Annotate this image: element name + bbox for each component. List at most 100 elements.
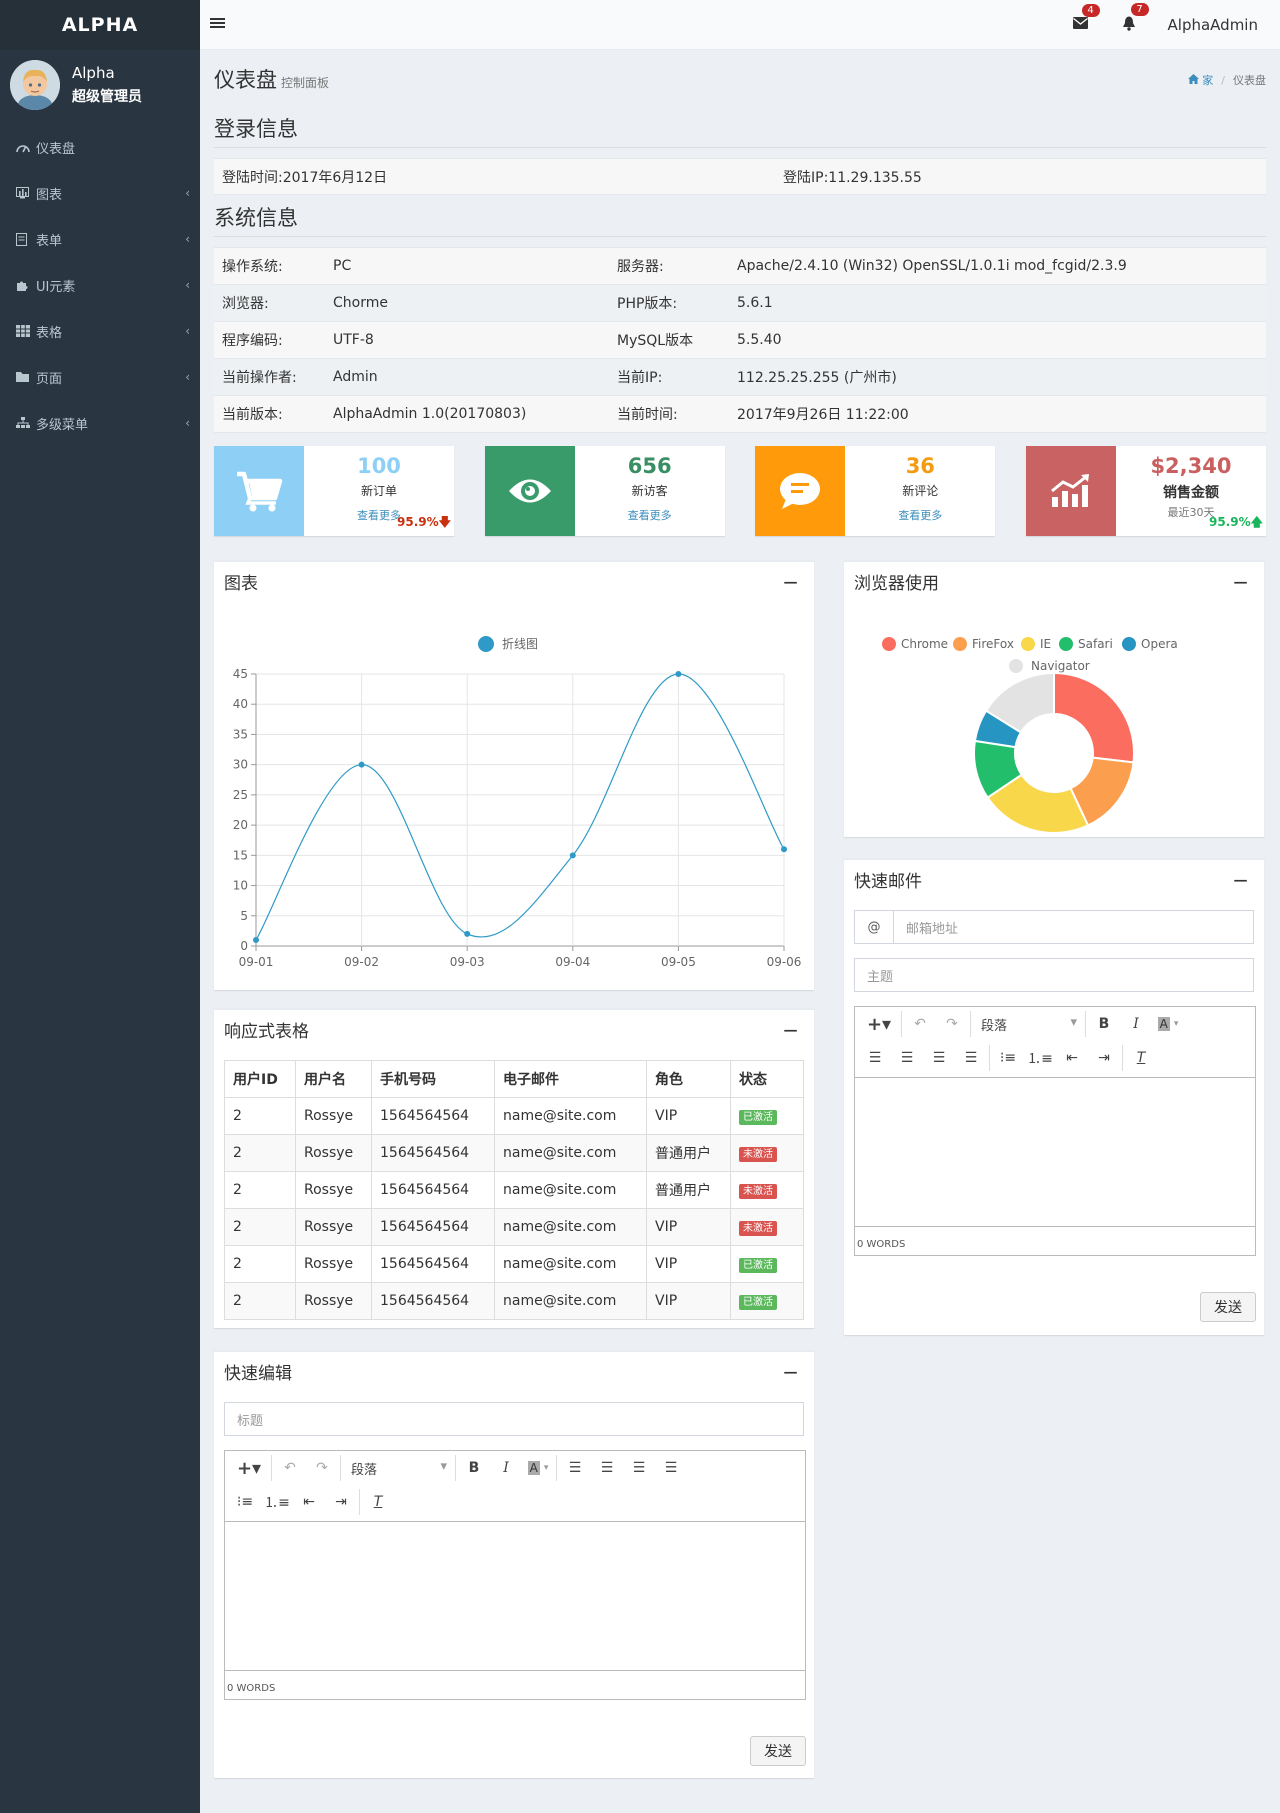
system-value: Admin <box>333 369 378 385</box>
paragraph-select[interactable]: 段落 ▾ <box>343 1459 453 1478</box>
stat-value: $2,340 <box>1150 454 1232 478</box>
y-tick-label: 0 <box>240 939 248 953</box>
outdent-icon[interactable]: ⇤ <box>1056 1050 1088 1066</box>
send-mail-button[interactable]: 发送 <box>1200 1292 1256 1322</box>
table-cell-phone: 1564564564 <box>371 1171 495 1209</box>
collapse-button[interactable]: − <box>782 1020 799 1040</box>
quick-edit-box: 快速编辑 − 标题 +▾ ↶ ↷ 段落 ▾ B I A ▾ ☰ ☰ ☰ ☰ ⁝≡ ⒈≡… <box>214 1350 814 1778</box>
stat-boxes: 100 新订单 查看更多 95.9%🡇 656 新访客 查看更多 36 新评论 <box>214 446 1266 536</box>
undo-icon[interactable]: ↶ <box>904 1016 936 1032</box>
mail-editor-body[interactable] <box>855 1077 1255 1227</box>
line-chart: 折线图 0 5 10 15 20 25 30 35 40 45 09-01 09-02 09-03 09-0… <box>233 636 802 969</box>
column-header: 电子邮件 <box>494 1060 647 1098</box>
redo-icon[interactable]: ↷ <box>936 1016 968 1032</box>
user-menu[interactable]: AlphaAdmin <box>1168 16 1258 34</box>
undo-icon[interactable]: ↶ <box>274 1460 306 1476</box>
outdent-icon[interactable]: ⇤ <box>293 1494 325 1510</box>
sidebar-item-tables[interactable]: 表格 ‹ <box>0 308 200 354</box>
align-center-icon[interactable]: ☰ <box>591 1460 623 1476</box>
editor-toolbar-row-1: +▾ ↶ ↷ 段落 ▾ B I A ▾ <box>855 1007 1255 1041</box>
align-justify-icon[interactable]: ☰ <box>655 1460 687 1476</box>
y-tick-label: 5 <box>240 909 248 923</box>
sidebar-item-forms[interactable]: 表单 ‹ <box>0 216 200 262</box>
stat-percent-up: 95.9%🡅 <box>1208 515 1263 529</box>
sidebar-item-charts[interactable]: 图表 ‹ <box>0 170 200 216</box>
stat-more-link[interactable]: 查看更多 <box>575 507 725 523</box>
italic-icon[interactable]: I <box>1120 1016 1152 1032</box>
x-tick-label: 09-06 <box>767 955 802 969</box>
breadcrumb: 家 / 仪表盘 <box>1188 72 1266 88</box>
mail-notification[interactable]: 4 <box>1072 4 1100 33</box>
numbered-list-icon[interactable]: ⒈≡ <box>1024 1048 1056 1068</box>
brand-logo[interactable]: ALPHA <box>0 0 200 50</box>
stat-box-comments: 36 新评论 查看更多 <box>755 446 996 536</box>
system-value: Chorme <box>333 295 388 311</box>
donut-chart: Chrome FireFox IE Safari Opera Navigator <box>882 637 1178 834</box>
table-cell-id: 2 <box>224 1245 296 1283</box>
indent-icon[interactable]: ⇥ <box>325 1494 357 1510</box>
send-edit-button[interactable]: 发送 <box>750 1736 806 1766</box>
title-input[interactable]: 标题 <box>224 1402 804 1436</box>
sidebar-item-pages[interactable]: 页面 ‹ <box>0 354 200 400</box>
insert-plus-icon[interactable]: +▾ <box>229 1458 269 1479</box>
avatar <box>10 60 60 110</box>
table-cell-phone: 1564564564 <box>371 1245 495 1283</box>
sidebar-item-ui-elements[interactable]: UI元素 ‹ <box>0 262 200 308</box>
align-justify-icon[interactable]: ☰ <box>955 1050 987 1066</box>
data-point <box>358 761 365 768</box>
system-value: 5.6.1 <box>737 295 773 311</box>
subject-input[interactable]: 主题 <box>854 958 1254 992</box>
align-right-icon[interactable]: ☰ <box>623 1460 655 1476</box>
numbered-list-icon[interactable]: ⒈≡ <box>261 1492 293 1512</box>
bold-icon[interactable]: B <box>1088 1016 1120 1032</box>
clear-format-icon[interactable]: T <box>1125 1050 1157 1066</box>
arrow-down-icon: 🡇 <box>438 515 451 529</box>
email-input[interactable]: 邮箱地址 <box>894 910 1254 944</box>
bold-icon[interactable]: B <box>458 1460 490 1476</box>
align-center-icon[interactable]: ☰ <box>891 1050 923 1066</box>
align-right-icon[interactable]: ☰ <box>923 1050 955 1066</box>
table-cell-status: 已激活 <box>730 1245 804 1283</box>
box-title: 快速编辑 <box>224 1363 292 1384</box>
text-color-icon[interactable]: A ▾ <box>522 1461 554 1475</box>
align-left-icon[interactable]: ☰ <box>859 1050 891 1066</box>
table-cell-id: 2 <box>224 1171 296 1209</box>
collapse-button[interactable]: − <box>1232 870 1249 890</box>
bullet-list-icon[interactable]: ⁝≡ <box>992 1050 1024 1066</box>
hamburger-menu-icon[interactable] <box>210 16 226 34</box>
bullet-list-icon[interactable]: ⁝≡ <box>229 1494 261 1510</box>
legend-marker <box>953 637 967 651</box>
breadcrumb-home[interactable]: 家 <box>1202 72 1213 88</box>
table-cell-id: 2 <box>224 1134 296 1172</box>
status-badge: 未激活 <box>739 1221 777 1236</box>
insert-plus-icon[interactable]: +▾ <box>859 1014 899 1035</box>
data-point <box>781 846 787 853</box>
align-left-icon[interactable]: ☰ <box>559 1460 591 1476</box>
collapse-button[interactable]: − <box>782 572 799 592</box>
y-tick-label: 40 <box>233 697 248 711</box>
italic-icon[interactable]: I <box>490 1460 522 1476</box>
paragraph-select[interactable]: 段落 ▾ <box>973 1015 1083 1034</box>
content-editor-body[interactable] <box>225 1521 805 1671</box>
bell-notification[interactable]: 7 <box>1122 2 1149 35</box>
redo-icon[interactable]: ↷ <box>306 1460 338 1476</box>
text-color-icon[interactable]: A ▾ <box>1152 1017 1184 1031</box>
collapse-button[interactable]: − <box>782 1362 799 1382</box>
table-cell-name: Rossye <box>295 1208 372 1246</box>
system-key: 浏览器: <box>222 296 269 312</box>
clear-format-icon[interactable]: T <box>362 1494 394 1510</box>
table-cell-email: name@site.com <box>494 1282 647 1320</box>
table-cell-name: Rossye <box>295 1171 372 1209</box>
sidebar-item-dashboard[interactable]: 仪表盘 <box>0 124 200 170</box>
system-value: 112.25.25.255 (广州市) <box>737 370 897 386</box>
collapse-button[interactable]: − <box>1232 572 1249 592</box>
folder-icon <box>16 371 32 383</box>
table-header-row: 用户ID 用户名 手机号码 电子邮件 角色 状态 <box>224 1060 804 1098</box>
stat-value: 100 <box>357 454 401 478</box>
column-header: 手机号码 <box>371 1060 495 1098</box>
indent-icon[interactable]: ⇥ <box>1088 1050 1120 1066</box>
sidebar-item-multilevel[interactable]: 多级菜单 ‹ <box>0 400 200 446</box>
stat-more-link[interactable]: 查看更多 <box>845 507 995 523</box>
sidebar-menu: 仪表盘 图表 ‹ 表单 ‹ UI元素 ‹ 表格 ‹ 页面 ‹ 多级菜单 ‹ <box>0 124 200 446</box>
cart-icon <box>214 446 304 536</box>
